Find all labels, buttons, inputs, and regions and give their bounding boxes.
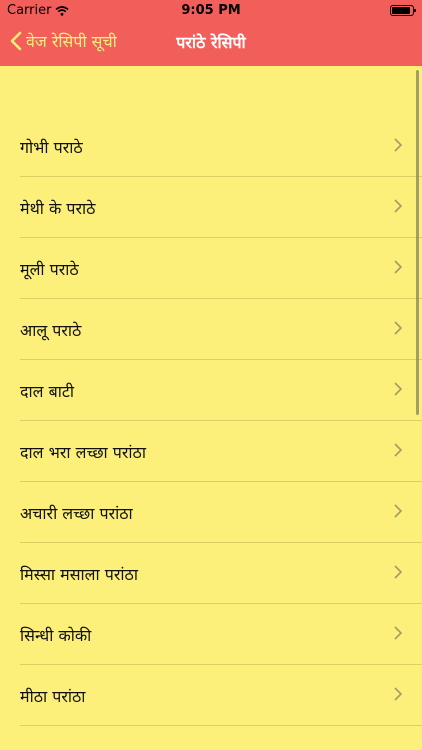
recipe-list: गोभी पराठे मेथी के पराठे मूली पराठे आलू … [0,116,422,726]
status-bar: Carrier 9:05 PM [0,0,422,22]
list-item-label: अचारी लच्छा परांठा [20,504,133,523]
chevron-right-icon [394,260,402,274]
list-item[interactable]: दाल भरा लच्छा परांठा [20,421,422,482]
list-item[interactable]: दाल बाटी [20,360,422,421]
chevron-right-icon [394,504,402,518]
chevron-right-icon [394,687,402,701]
list-item-label: मीठा परांठा [20,687,86,706]
list-item-label: सिन्धी कोकी [20,626,92,645]
list-item[interactable]: मूली पराठे [20,238,422,299]
list-item[interactable]: मीठा परांठा [20,665,422,726]
chevron-right-icon [394,382,402,396]
battery-icon [390,5,416,16]
chevron-right-icon [394,199,402,213]
list-item-label: दाल भरा लच्छा परांठा [20,443,146,462]
chevron-right-icon [394,443,402,457]
list-item[interactable]: मिस्सा मसाला परांठा [20,543,422,604]
page-title: परांठे रेसिपी [176,33,246,52]
chevron-right-icon [394,565,402,579]
list-item-label: गोभी पराठे [20,138,83,157]
list-item[interactable]: गोभी पराठे [20,116,422,177]
chevron-right-icon [394,138,402,152]
list-item[interactable]: मेथी के पराठे [20,177,422,238]
chevron-right-icon [394,626,402,640]
scroll-indicator[interactable] [416,70,419,415]
list-item[interactable]: अचारी लच्छा परांठा [20,482,422,543]
list-item[interactable]: आलू पराठे [20,299,422,360]
list-item-label: मूली पराठे [20,260,79,279]
list-item-label: आलू पराठे [20,321,82,340]
clock: 9:05 PM [181,3,241,18]
list-item-label: मेथी के पराठे [20,199,96,218]
chevron-right-icon [394,321,402,335]
list-item[interactable]: सिन्धी कोकी [20,604,422,665]
list-item-label: दाल बाटी [20,382,75,401]
header: Carrier 9:05 PM वेज रेसिपी सूची परांठे र… [0,0,422,66]
list-item-label: मिस्सा मसाला परांठा [20,565,138,584]
navigation-bar: वेज रेसिपी सूची परांठे रेसिपी [0,22,422,66]
